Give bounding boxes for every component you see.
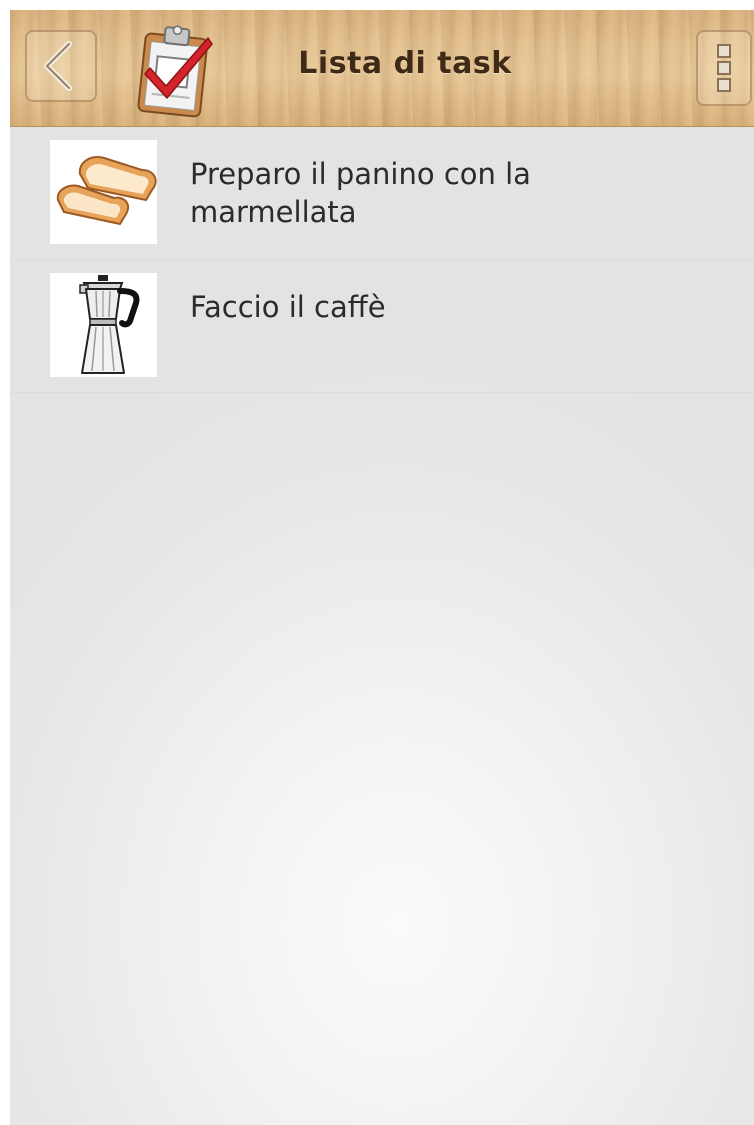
back-button[interactable] [25, 30, 97, 102]
task-item[interactable]: Faccio il caffè [10, 260, 754, 393]
task-item[interactable]: Preparo il panino con la marmellata [10, 127, 754, 260]
bread-slices-icon [56, 156, 157, 225]
page-title: Lista di task [298, 46, 512, 81]
task-list: Preparo il panino con la marmellata Facc… [10, 127, 754, 393]
task-label: Preparo il panino con la marmellata [190, 157, 531, 229]
moka-pot-icon [79, 275, 140, 374]
task-image [50, 140, 157, 244]
action-bar: Lista di task [10, 10, 754, 127]
task-label: Faccio il caffè [190, 290, 386, 324]
clipboard-checkmark-icon [137, 25, 213, 118]
task-image [50, 273, 157, 377]
app-screen: Lista di task Preparo il panino con la m… [10, 10, 754, 1125]
chevron-left-icon [44, 41, 72, 91]
overflow-menu-button[interactable] [696, 30, 752, 106]
